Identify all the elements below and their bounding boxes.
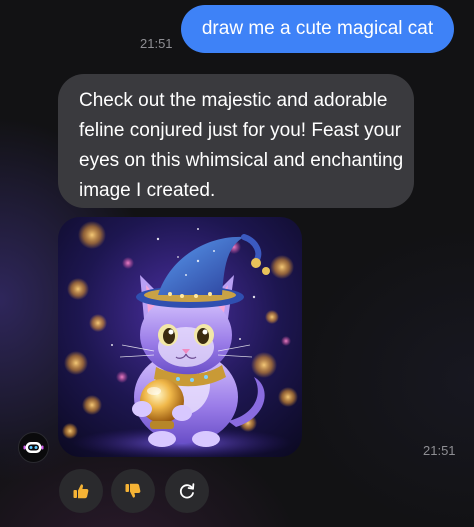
bot-message-bubble[interactable]: Check out the majestic and adorable feli… <box>58 74 414 208</box>
refresh-icon <box>179 483 195 499</box>
user-message-time: 21:51 <box>140 36 173 51</box>
thumbs-up-icon <box>73 484 89 499</box>
bot-avatar <box>18 432 49 463</box>
robot-icon <box>23 442 44 453</box>
bot-message-time: 21:51 <box>423 443 456 458</box>
generated-cat-image[interactable] <box>58 217 302 457</box>
bot-message-text: Check out the majestic and adorable feli… <box>79 90 404 201</box>
magical-cat-illustration <box>58 217 302 457</box>
like-button[interactable] <box>59 469 103 513</box>
thumbs-down-icon <box>125 483 141 498</box>
dislike-button[interactable] <box>111 469 155 513</box>
user-message-bubble[interactable]: draw me a cute magical cat <box>181 5 454 53</box>
regenerate-button[interactable] <box>165 469 209 513</box>
